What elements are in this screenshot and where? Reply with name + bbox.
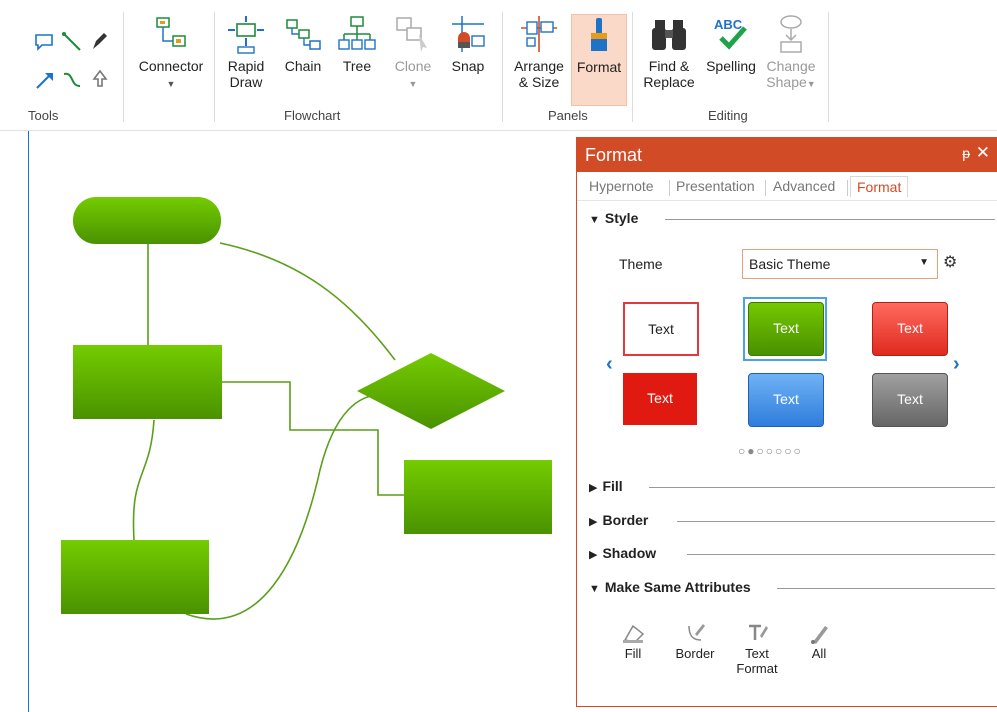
previous-arrow-icon[interactable]: ‹ — [606, 353, 613, 376]
process-shape[interactable] — [73, 345, 222, 419]
border-pen-icon — [688, 624, 705, 641]
theme-label: Theme — [619, 256, 663, 272]
style-sample-blue[interactable]: Text — [748, 373, 824, 427]
make-same-text-format-button[interactable]: Text Format — [727, 618, 787, 676]
style-pager-dots[interactable]: ○●○○○○○ — [738, 444, 803, 458]
collapsed-triangle-icon: ▶ — [589, 516, 598, 528]
text-format-icon — [749, 624, 768, 640]
expanded-triangle-icon: ▼ — [589, 214, 600, 226]
brush-icon — [811, 626, 828, 644]
style-sample-outline[interactable]: Text — [623, 302, 699, 356]
style-sample-text: Text — [773, 391, 799, 407]
make-same-fill-label: Fill — [624, 646, 642, 661]
tab-advanced[interactable]: Advanced — [773, 178, 835, 194]
tab-separator — [669, 180, 670, 196]
tab-presentation[interactable]: Presentation — [676, 178, 755, 194]
fill-bucket-icon — [623, 624, 645, 643]
make-same-text-format-label-1: Text — [745, 646, 769, 661]
tab-format[interactable]: Format — [850, 176, 909, 197]
style-sample-green[interactable]: Text — [748, 302, 824, 356]
section-shadow[interactable]: ▶ Shadow — [589, 545, 656, 561]
decision-shape[interactable] — [357, 353, 505, 429]
terminator-shape[interactable] — [73, 197, 221, 244]
gear-icon[interactable]: ⚙ — [943, 252, 957, 272]
tab-separator — [847, 180, 848, 196]
panel-tabs: Hypernote Presentation Advanced Format — [577, 172, 997, 201]
collapsed-triangle-icon: ▶ — [589, 549, 598, 561]
panel-title: Format — [585, 145, 643, 165]
style-sample-red[interactable]: Text — [872, 302, 948, 356]
make-same-all-label: All — [811, 646, 827, 661]
make-same-border-button[interactable]: Border — [665, 618, 725, 661]
close-icon[interactable]: ✕ — [976, 143, 990, 163]
style-sample-text: Text — [897, 320, 923, 336]
make-same-fill-button[interactable]: Fill — [603, 618, 663, 661]
section-style-label: Style — [604, 210, 639, 226]
style-sample-text: Text — [647, 390, 673, 406]
style-sample-text: Text — [897, 391, 923, 407]
section-border-label: Border — [602, 512, 649, 528]
theme-dropdown[interactable]: Basic Theme ▼ — [742, 249, 938, 279]
process-shape[interactable] — [404, 460, 552, 534]
style-sample-red-flat[interactable]: Text — [623, 373, 697, 425]
panel-title-bar: Format ᵽ ✕ — [577, 138, 997, 172]
make-same-text-format-label-2: Format — [736, 661, 778, 676]
collapsed-triangle-icon: ▶ — [589, 482, 598, 494]
pin-icon[interactable]: ᵽ — [962, 145, 970, 161]
section-style[interactable]: ▼ Style — [589, 210, 638, 226]
style-sample-text: Text — [648, 321, 674, 337]
tab-hypernote[interactable]: Hypernote — [589, 178, 654, 194]
tab-separator — [765, 180, 766, 196]
process-shape[interactable] — [61, 540, 209, 614]
make-same-all-button[interactable]: All — [789, 618, 849, 661]
section-border[interactable]: ▶ Border — [589, 512, 648, 528]
format-panel: Format ᵽ ✕ Hypernote Presentation Advanc… — [576, 137, 997, 707]
expanded-triangle-icon: ▼ — [589, 583, 600, 595]
section-make-same-label: Make Same Attributes — [604, 579, 751, 595]
next-arrow-icon[interactable]: › — [953, 353, 960, 376]
theme-dropdown-value: Basic Theme — [749, 256, 831, 272]
style-sample-gray[interactable]: Text — [872, 373, 948, 427]
style-sample-text: Text — [773, 320, 799, 336]
make-same-border-label: Border — [675, 646, 715, 661]
chevron-down-icon: ▼ — [919, 257, 929, 268]
section-make-same-attributes[interactable]: ▼ Make Same Attributes — [589, 579, 751, 595]
section-fill[interactable]: ▶ Fill — [589, 478, 623, 494]
section-fill-label: Fill — [602, 478, 623, 494]
connector-line[interactable] — [132, 419, 155, 541]
connector-line[interactable] — [185, 394, 381, 620]
section-shadow-label: Shadow — [602, 545, 657, 561]
connector-line[interactable] — [219, 242, 396, 361]
